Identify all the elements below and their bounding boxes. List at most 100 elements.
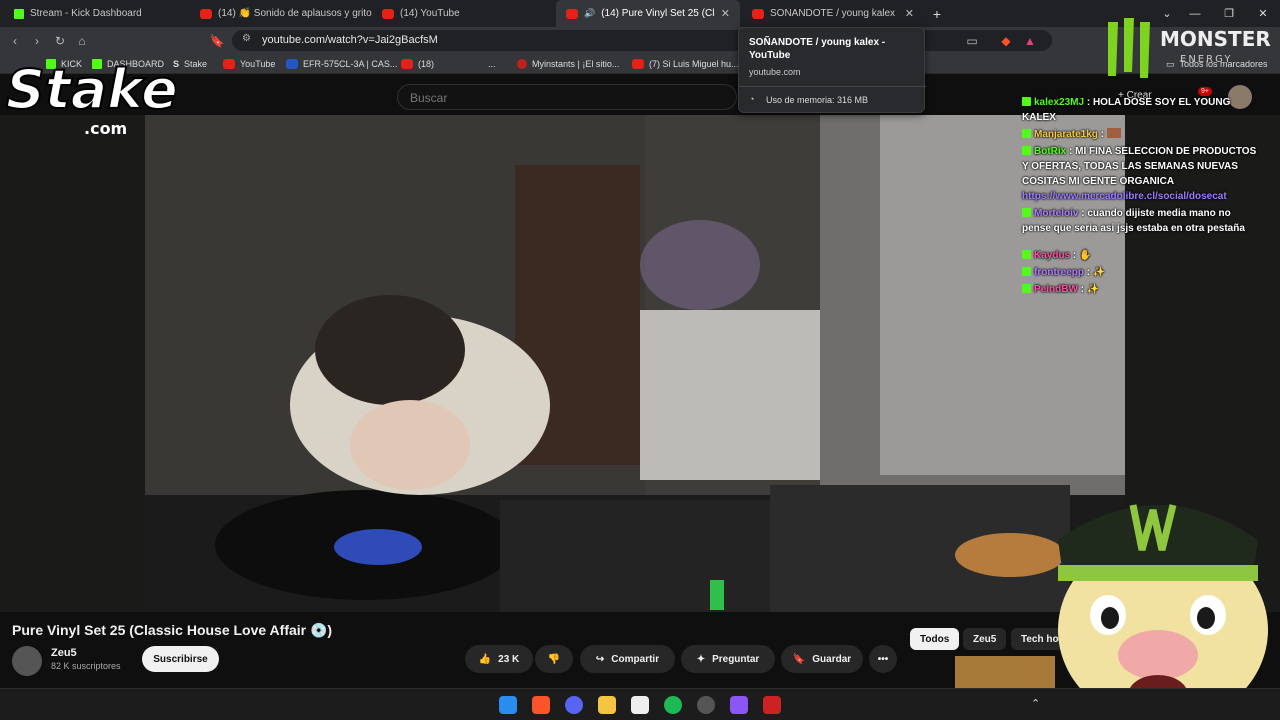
- tray-chevron-icon[interactable]: ⌃: [1031, 697, 1040, 710]
- bookmark-luis-miguel[interactable]: (7) Si Luis Miguel hu...: [632, 57, 739, 71]
- channel-avatar[interactable]: [12, 646, 42, 676]
- forward-icon[interactable]: ›: [28, 32, 46, 50]
- reload-icon[interactable]: ↻: [51, 32, 69, 50]
- bookmark-efr[interactable]: EFR-575CL-3A | CAS...: [286, 57, 397, 71]
- svg-text:ENERGY: ENERGY: [1180, 54, 1232, 65]
- bookmark-label: ...: [488, 59, 496, 69]
- chip-zeu5[interactable]: Zeu5: [963, 628, 1007, 650]
- chat-message: frontreepp : ✨: [1022, 265, 1260, 280]
- ask-label: Preguntar: [712, 653, 760, 665]
- tab-aplausos[interactable]: (14) 👏 Sonido de aplausos y gritos ...: [190, 0, 372, 27]
- bookmark-label: (7) Si Luis Miguel hu...: [649, 59, 739, 69]
- bookmark-more[interactable]: ...: [488, 57, 496, 71]
- file-explorer-icon[interactable]: [598, 696, 616, 714]
- thumbs-up-icon: 👍: [478, 653, 492, 665]
- youtube-icon: [200, 8, 212, 19]
- svg-text:MONSTER: MONSTER: [1160, 27, 1271, 51]
- tab-youtube[interactable]: (14) YouTube: [372, 0, 556, 27]
- like-button[interactable]: 👍 23 K: [465, 645, 533, 673]
- hover-card-title: SOÑANDOTE / young kalex - YouTube: [749, 37, 886, 61]
- bookmarks-bar: KICK DASHBOARD S Stake YouTube EFR-575CL-…: [0, 54, 1280, 74]
- kick-badge-icon: [1022, 97, 1031, 106]
- app-grid-icon[interactable]: [730, 696, 748, 714]
- hover-card-memory: Uso de memoria: 316 MB: [766, 95, 869, 105]
- more-actions-button[interactable]: •••: [869, 645, 897, 673]
- cast-icon[interactable]: ▭: [963, 32, 981, 50]
- bookmark-label: (18): [418, 59, 435, 69]
- stream-chat-overlay: kalex23MJ : HOLA DOSE SOY EL YOUNG KALEX…: [1022, 95, 1260, 299]
- chat-username: Morteloiv: [1034, 208, 1079, 219]
- share-button[interactable]: ↪ Compartir: [580, 645, 675, 673]
- search-input[interactable]: Buscar: [397, 84, 737, 110]
- myinstants-icon: [517, 59, 527, 69]
- brave-rewards-icon[interactable]: ▲: [1021, 32, 1039, 50]
- obs-icon[interactable]: [631, 696, 649, 714]
- youtube-icon: [382, 8, 394, 19]
- spotify-icon[interactable]: [664, 696, 682, 714]
- divider: [739, 86, 926, 87]
- tab-pure-vinyl[interactable]: 🔊 (14) Pure Vinyl Set 25 (Classic... ✕: [556, 0, 740, 27]
- bookmark-youtube[interactable]: YouTube: [223, 57, 275, 71]
- chat-message: PeindBW : ✨: [1022, 282, 1260, 297]
- bookmark-label: Stake: [184, 59, 208, 69]
- hover-card-domain: youtube.com: [749, 67, 801, 77]
- dislike-button[interactable]: 👎: [535, 645, 573, 673]
- back-icon[interactable]: ‹: [6, 32, 24, 50]
- new-tab-button[interactable]: +: [924, 0, 950, 27]
- app-icon[interactable]: [763, 696, 781, 714]
- close-icon[interactable]: ✕: [905, 7, 914, 20]
- windows-start-icon[interactable]: [499, 696, 517, 714]
- close-icon[interactable]: ✕: [721, 7, 730, 20]
- bookmark-myinstants[interactable]: Myinstants | ¡El sitio...: [517, 57, 619, 71]
- site-info-icon[interactable]: ⚙: [242, 33, 251, 44]
- tab-label: Stream - Kick Dashboard: [30, 8, 142, 19]
- kick-icon: [14, 8, 24, 19]
- thumbs-down-icon: 👎: [547, 653, 561, 665]
- chat-message: Morteloiv : cuando dijiste media mano no…: [1022, 208, 1245, 234]
- address-bar[interactable]: ⚙ youtube.com/watch?v=Jai2gBacfsM: [232, 30, 1052, 51]
- steam-icon[interactable]: [697, 696, 715, 714]
- tab-label: (14) Pure Vinyl Set 25 (Classic...: [601, 8, 715, 19]
- bookmark-stake[interactable]: S Stake: [173, 57, 207, 71]
- chat-username: BotRix: [1034, 146, 1067, 157]
- video-title: Pure Vinyl Set 25 (Classic House Love Af…: [12, 622, 333, 638]
- kick-badge-icon: [1022, 208, 1031, 217]
- save-button[interactable]: 🔖 Guardar: [781, 645, 863, 673]
- bookmark-label: Myinstants | ¡El sitio...: [532, 59, 620, 69]
- speaker-icon: 🔊: [584, 8, 596, 18]
- bookmark-label: EFR-575CL-3A | CAS...: [303, 59, 398, 69]
- chat-message: Kaydus : ✋: [1022, 248, 1260, 263]
- tab-label: (14) 👏 Sonido de aplausos y gritos ...: [218, 8, 372, 19]
- youtube-icon: [223, 59, 235, 69]
- brave-browser-icon[interactable]: [532, 696, 550, 714]
- casio-icon: [286, 59, 298, 69]
- subscribe-button[interactable]: Suscribirse: [142, 646, 219, 672]
- subscriber-count: 82 K suscriptores: [51, 661, 121, 671]
- url-text: youtube.com/watch?v=Jai2gBacfsM: [262, 34, 438, 46]
- discord-icon[interactable]: [565, 696, 583, 714]
- home-icon[interactable]: ⌂: [73, 32, 91, 50]
- bookmark-18[interactable]: (18): [401, 57, 434, 71]
- windows-taskbar: ⌃: [0, 688, 1280, 720]
- chat-username: frontreepp: [1034, 267, 1084, 278]
- tab-kick-dashboard[interactable]: Stream - Kick Dashboard: [4, 0, 190, 27]
- sparkle-icon: ✦: [696, 653, 706, 665]
- chat-message: BotRix : MI FINA SELECCION DE PRODUCTOS …: [1022, 146, 1257, 202]
- chip-todos[interactable]: Todos: [910, 628, 960, 650]
- browser-tab-bar: Stream - Kick Dashboard (14) 👏 Sonido de…: [0, 0, 1280, 27]
- bookmark-icon[interactable]: 🔖: [208, 32, 226, 50]
- tab-hover-card: SOÑANDOTE / young kalex - YouTube youtub…: [738, 27, 926, 113]
- brave-shield-icon[interactable]: ◆: [997, 32, 1015, 50]
- ask-button[interactable]: ✦ Preguntar: [681, 645, 775, 673]
- kick-badge-icon: [1022, 146, 1031, 155]
- kick-badge-icon: [1022, 129, 1031, 138]
- chat-link[interactable]: https://www.mercadolibre.cl/social/dosec…: [1022, 191, 1227, 202]
- more-icon: •••: [877, 653, 889, 665]
- search-placeholder: Buscar: [410, 91, 448, 105]
- channel-name[interactable]: Zeu5: [51, 647, 77, 659]
- kick-badge-icon: [1022, 284, 1031, 293]
- tab-sonandote[interactable]: SOÑANDOTE / young kalex - Yo... ✕: [742, 0, 924, 27]
- chat-username: Kaydus: [1034, 250, 1071, 261]
- tab-label: (14) YouTube: [400, 8, 460, 19]
- emote-icon: [1106, 128, 1121, 138]
